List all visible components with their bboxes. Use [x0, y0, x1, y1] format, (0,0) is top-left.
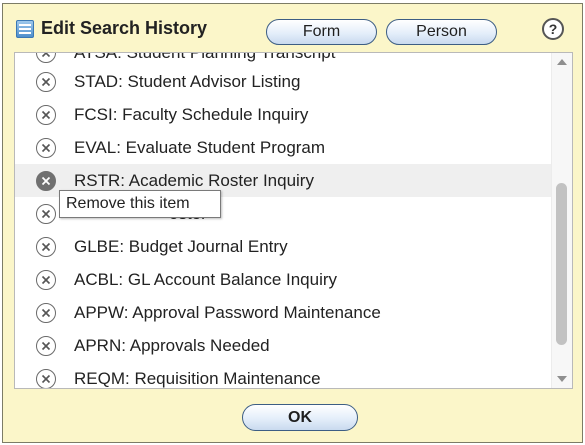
- remove-item-icon[interactable]: [36, 53, 56, 63]
- list-item-label: REQM: Requisition Maintenance: [74, 368, 321, 388]
- list-item-label: FCSI: Faculty Schedule Inquiry: [74, 104, 309, 124]
- person-button[interactable]: Person: [386, 19, 497, 45]
- list-icon: [16, 20, 34, 38]
- list-item-label: STAD: Student Advisor Listing: [74, 71, 301, 91]
- remove-item-icon[interactable]: [36, 137, 56, 158]
- list-item[interactable]: ACBL: GL Account Balance Inquiry: [15, 263, 553, 296]
- remove-item-icon[interactable]: [36, 104, 56, 125]
- remove-item-icon[interactable]: [36, 71, 56, 92]
- list-item[interactable]: FCSI: Faculty Schedule Inquiry: [15, 98, 553, 131]
- ok-button[interactable]: OK: [242, 404, 358, 431]
- list-item[interactable]: GLBE: Budget Journal Entry: [15, 230, 553, 263]
- list-item-label: APRN: Approvals Needed: [74, 335, 270, 355]
- remove-item-icon[interactable]: [36, 170, 56, 191]
- list-item[interactable]: APRN: Approvals Needed: [15, 329, 553, 362]
- remove-item-icon[interactable]: [36, 269, 56, 290]
- help-button[interactable]: ?: [542, 18, 564, 40]
- dialog-titlebar: Edit Search History Form Person ?: [3, 4, 582, 46]
- remove-item-icon[interactable]: [36, 302, 56, 323]
- remove-item-icon[interactable]: [36, 236, 56, 257]
- list-item-label: ATSA: Student Planning Transcript: [74, 52, 336, 62]
- scroll-up-arrow-icon[interactable]: [557, 59, 567, 65]
- list-item[interactable]: STAD: Student Advisor Listing: [15, 65, 553, 98]
- dialog-title: Edit Search History: [41, 18, 208, 38]
- search-history-list: ATSA: Student Planning Transcript STAD: …: [14, 52, 573, 389]
- question-icon: ?: [548, 21, 558, 37]
- remove-item-icon[interactable]: [36, 368, 56, 388]
- scroll-down-arrow-icon[interactable]: [557, 376, 567, 382]
- remove-item-tooltip: Remove this item: [59, 190, 221, 218]
- list-item[interactable]: EVAL: Evaluate Student Program: [15, 131, 553, 164]
- form-button[interactable]: Form: [266, 19, 377, 45]
- list-item-label: ACBL: GL Account Balance Inquiry: [74, 269, 338, 289]
- list-item[interactable]: REQM: Requisition Maintenance: [15, 362, 553, 388]
- list-scrollbar[interactable]: [551, 53, 572, 388]
- list-item[interactable]: APPW: Approval Password Maintenance: [15, 296, 553, 329]
- scrollbar-thumb[interactable]: [556, 183, 567, 345]
- remove-item-icon[interactable]: [36, 335, 56, 356]
- list-item-label: APPW: Approval Password Maintenance: [74, 302, 381, 322]
- remove-item-icon[interactable]: [36, 203, 56, 224]
- list-item-label: GLBE: Budget Journal Entry: [74, 236, 288, 256]
- list-item-label: RSTR: Academic Roster Inquiry: [74, 170, 314, 190]
- edit-search-history-dialog: Edit Search History Form Person ? ATSA: …: [2, 3, 583, 443]
- list-item-label: EVAL: Evaluate Student Program: [74, 137, 326, 157]
